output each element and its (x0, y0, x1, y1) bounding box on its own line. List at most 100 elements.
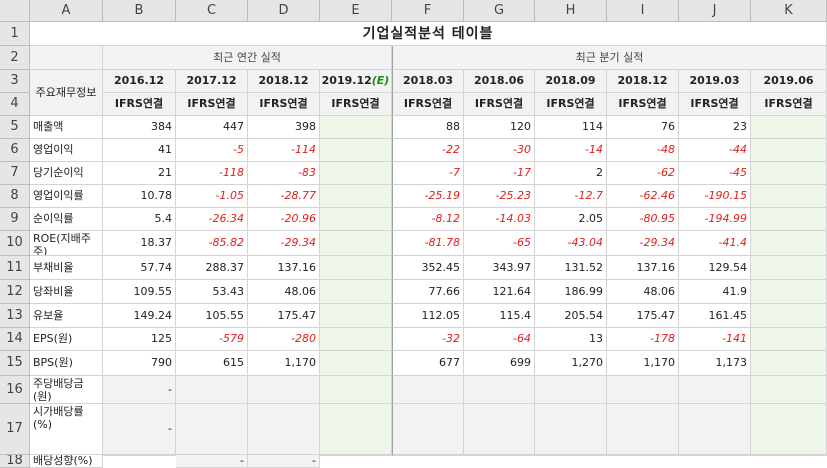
row-header-9[interactable]: 9 (0, 208, 30, 231)
cell-e11[interactable] (320, 256, 392, 280)
cell-e16[interactable] (320, 376, 392, 404)
cell-b15[interactable]: 790 (103, 351, 176, 376)
cell-b14[interactable]: 125 (103, 328, 176, 351)
cell-c7[interactable]: -118 (176, 162, 248, 185)
cell-e6[interactable] (320, 139, 392, 162)
cell-c18[interactable]: - (176, 455, 248, 468)
row-header-17[interactable]: 17 (0, 404, 30, 455)
cell-h15[interactable]: 1,270 (535, 351, 607, 376)
cell-d12[interactable]: 48.06 (248, 280, 320, 304)
row-header-18[interactable]: 18 (0, 455, 30, 468)
cell-j8[interactable]: -190.15 (679, 185, 751, 208)
row-header-8[interactable]: 8 (0, 185, 30, 208)
cell-b5[interactable]: 384 (103, 116, 176, 139)
cell-i5[interactable]: 76 (607, 116, 679, 139)
cell-j16[interactable] (679, 376, 751, 404)
cell-g13[interactable]: 115.4 (464, 304, 535, 328)
column-header-g[interactable]: G (464, 0, 535, 22)
row-header-16[interactable]: 16 (0, 376, 30, 404)
cell-d13[interactable]: 175.47 (248, 304, 320, 328)
cell-k7[interactable] (751, 162, 827, 185)
cell-h14[interactable]: 13 (535, 328, 607, 351)
cell-e8[interactable] (320, 185, 392, 208)
cell-j10[interactable]: -41.4 (679, 231, 751, 256)
cell-f15[interactable]: 677 (392, 351, 464, 376)
annual-group-header[interactable]: 최근 연간 실적 (103, 46, 392, 70)
cell-g5[interactable]: 120 (464, 116, 535, 139)
cell-b12[interactable]: 109.55 (103, 280, 176, 304)
cell-b8[interactable]: 10.78 (103, 185, 176, 208)
cell-k18[interactable] (751, 455, 827, 456)
cell-f10[interactable]: -81.78 (392, 231, 464, 256)
cell-e14[interactable] (320, 328, 392, 351)
row-header-15[interactable]: 15 (0, 351, 30, 376)
cell-h5[interactable]: 114 (535, 116, 607, 139)
period-header-2018-03[interactable]: 2018.03 (392, 70, 464, 93)
cell-h9[interactable]: 2.05 (535, 208, 607, 231)
period-header-2019-06[interactable]: 2019.06 (751, 70, 827, 93)
row-label-14[interactable]: EPS(원) (30, 328, 103, 351)
standard-label[interactable]: IFRS연결 (176, 93, 248, 116)
standard-label[interactable]: IFRS연결 (464, 93, 535, 116)
cell-c8[interactable]: -1.05 (176, 185, 248, 208)
row-label-6[interactable]: 영업이익 (30, 139, 103, 162)
cell-g14[interactable]: -64 (464, 328, 535, 351)
cell-j13[interactable]: 161.45 (679, 304, 751, 328)
standard-label[interactable]: IFRS연결 (103, 93, 176, 116)
row-label-5[interactable]: 매출액 (30, 116, 103, 139)
cell-c10[interactable]: -85.82 (176, 231, 248, 256)
cell-f18[interactable] (392, 455, 464, 456)
standard-label[interactable]: IFRS연결 (535, 93, 607, 116)
cell-d8[interactable]: -28.77 (248, 185, 320, 208)
cell-d14[interactable]: -280 (248, 328, 320, 351)
quarter-group-header[interactable]: 최근 분기 실적 (392, 46, 827, 70)
column-header-d[interactable]: D (248, 0, 320, 22)
row-header-14[interactable]: 14 (0, 328, 30, 351)
cell-g11[interactable]: 343.97 (464, 256, 535, 280)
cell-g18[interactable] (464, 455, 535, 456)
cell-f14[interactable]: -32 (392, 328, 464, 351)
row-label-18[interactable]: 배당성향(%) (30, 455, 103, 468)
cell-d15[interactable]: 1,170 (248, 351, 320, 376)
cell-f7[interactable]: -7 (392, 162, 464, 185)
cell-e9[interactable] (320, 208, 392, 231)
cell-g7[interactable]: -17 (464, 162, 535, 185)
column-header-e[interactable]: E (320, 0, 392, 22)
cell-c13[interactable]: 105.55 (176, 304, 248, 328)
standard-label[interactable]: IFRS연결 (392, 93, 464, 116)
cell-h10[interactable]: -43.04 (535, 231, 607, 256)
cell-h13[interactable]: 205.54 (535, 304, 607, 328)
cell-i11[interactable]: 137.16 (607, 256, 679, 280)
cell-d9[interactable]: -20.96 (248, 208, 320, 231)
cell-d16[interactable] (248, 376, 320, 404)
cell-k13[interactable] (751, 304, 827, 328)
cell-k17[interactable] (751, 404, 827, 455)
period-header-2019-03[interactable]: 2019.03 (679, 70, 751, 93)
cell-i9[interactable]: -80.95 (607, 208, 679, 231)
select-all-corner[interactable] (0, 0, 30, 22)
cell-f17[interactable] (392, 404, 464, 455)
cell-d5[interactable]: 398 (248, 116, 320, 139)
column-header-c[interactable]: C (176, 0, 248, 22)
cell-d10[interactable]: -29.34 (248, 231, 320, 256)
cell-e18[interactable] (320, 455, 392, 456)
table-title[interactable]: 기업실적분석 테이블 (30, 22, 827, 46)
standard-label[interactable]: IFRS연결 (248, 93, 320, 116)
cell-g12[interactable]: 121.64 (464, 280, 535, 304)
cell-e7[interactable] (320, 162, 392, 185)
cell-g17[interactable] (464, 404, 535, 455)
standard-label[interactable]: IFRS연결 (607, 93, 679, 116)
cell-k12[interactable] (751, 280, 827, 304)
cell-h8[interactable]: -12.7 (535, 185, 607, 208)
period-header-2017-12[interactable]: 2017.12 (176, 70, 248, 93)
row-header-12[interactable]: 12 (0, 280, 30, 304)
column-header-k[interactable]: K (751, 0, 827, 22)
cell-i15[interactable]: 1,170 (607, 351, 679, 376)
cell-c17[interactable] (176, 404, 248, 455)
cell-c6[interactable]: -5 (176, 139, 248, 162)
row-label-17[interactable]: 시가배당률(%) (30, 404, 103, 455)
cell-f16[interactable] (392, 376, 464, 404)
row-label-8[interactable]: 영업이익률 (30, 185, 103, 208)
cell-k15[interactable] (751, 351, 827, 376)
cell-e5[interactable] (320, 116, 392, 139)
